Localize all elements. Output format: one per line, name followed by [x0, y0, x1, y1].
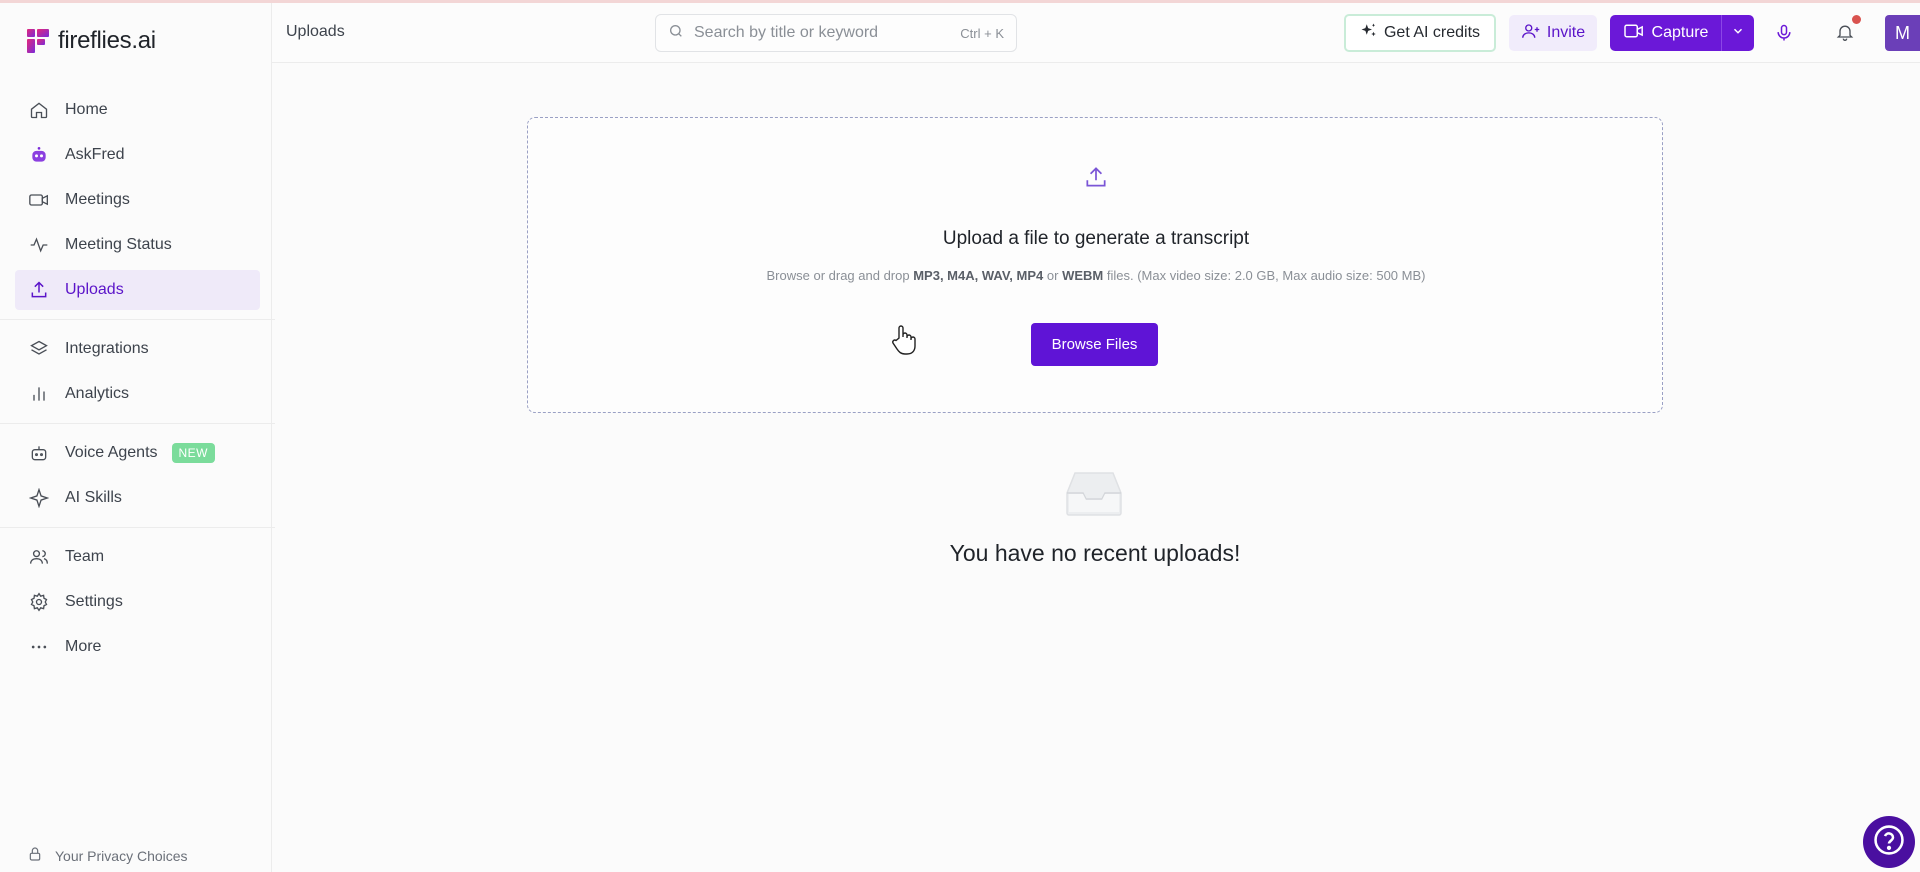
sidebar-item-label: More [65, 638, 102, 655]
sidebar-item-label: Home [65, 101, 108, 118]
sidebar-item-ai-skills[interactable]: AI Skills [15, 478, 260, 518]
chevron-down-icon [1731, 24, 1745, 43]
users-icon [28, 546, 50, 568]
new-badge: NEW [171, 443, 216, 463]
sparkles-icon [1360, 22, 1378, 45]
gear-icon [28, 591, 50, 613]
upload-icon [28, 279, 50, 301]
sidebar-item-label: Meetings [65, 191, 130, 208]
sidebar-item-team[interactable]: Team [15, 537, 260, 577]
capture-label: Capture [1651, 24, 1709, 41]
sparkle-icon [28, 487, 50, 509]
microphone-icon [1774, 24, 1794, 48]
upload-sub-suffix: files. (Max video size: 2.0 GB, Max audi… [1103, 268, 1426, 283]
notification-dot [1852, 15, 1861, 24]
search-shortcut: Ctrl + K [960, 25, 1004, 41]
top-header: Uploads Search by title or keyword Ctrl … [272, 3, 1920, 63]
sidebar-item-home[interactable]: Home [15, 90, 260, 130]
sidebar-divider [0, 319, 275, 320]
upload-formats: MP3, M4A, WAV, MP4 [913, 268, 1044, 283]
sidebar-item-uploads[interactable]: Uploads [15, 270, 260, 310]
upload-sub-or: or [1043, 268, 1063, 283]
browse-files-button[interactable]: Browse Files [1031, 323, 1158, 366]
bot-icon [28, 442, 50, 464]
user-plus-icon [1521, 22, 1541, 45]
sidebar-nav: Home AskFred Meetings Meeting Status Upl… [0, 90, 275, 672]
activity-pulse-icon [28, 234, 50, 256]
sidebar-item-settings[interactable]: Settings [15, 582, 260, 622]
upload-instructions: Browse or drag and drop MP3, M4A, WAV, M… [528, 268, 1664, 283]
avatar[interactable]: M [1885, 15, 1920, 51]
bell-icon [1835, 25, 1855, 47]
sidebar-item-label: Integrations [65, 340, 149, 357]
app-root: fireflies.ai Home AskFred Meetings Meeti… [0, 0, 1920, 872]
sidebar-item-askfred[interactable]: AskFred [15, 135, 260, 175]
fireflies-logo-icon [27, 29, 49, 53]
get-ai-credits-button[interactable]: Get AI credits [1344, 14, 1496, 52]
sidebar-divider [0, 423, 275, 424]
sidebar-item-label: Team [65, 548, 105, 565]
question-mark-icon [1872, 823, 1906, 862]
upload-title: Upload a file to generate a transcript [942, 228, 1250, 249]
upload-sub-prefix: Browse or drag and drop [766, 268, 914, 283]
sidebar-item-label: Uploads [65, 281, 124, 298]
breadcrumb: Uploads [286, 23, 345, 40]
hand-pointer-cursor-icon [891, 324, 917, 361]
invite-button[interactable]: Invite [1509, 15, 1597, 51]
sidebar-item-label: AI Skills [65, 489, 122, 506]
askfred-robot-icon [28, 144, 50, 166]
notifications-button[interactable] [1835, 15, 1861, 48]
upload-icon [1083, 164, 1109, 195]
sidebar-item-label: Voice Agents [65, 444, 158, 461]
sidebar-item-integrations[interactable]: Integrations [15, 329, 260, 369]
search-placeholder: Search by title or keyword [694, 24, 879, 41]
layers-icon [28, 338, 50, 360]
sidebar-item-analytics[interactable]: Analytics [15, 374, 260, 414]
upload-dropzone[interactable]: Upload a file to generate a transcript B… [527, 117, 1663, 413]
privacy-label: Your Privacy Choices [55, 847, 188, 864]
brand-logo[interactable]: fireflies.ai [27, 27, 156, 55]
sidebar-item-more[interactable]: More [15, 627, 260, 667]
invite-label: Invite [1546, 24, 1586, 41]
microphone-button[interactable] [1774, 22, 1794, 49]
lock-icon [27, 845, 43, 866]
home-icon [28, 99, 50, 121]
help-button[interactable] [1863, 816, 1915, 868]
sidebar-divider [0, 527, 275, 528]
brand-name: fireflies.ai [58, 27, 156, 54]
search-input[interactable]: Search by title or keyword Ctrl + K [655, 14, 1017, 52]
get-ai-credits-label: Get AI credits [1383, 24, 1481, 41]
sidebar-item-meeting-status[interactable]: Meeting Status [15, 225, 260, 265]
empty-inbox-icon [1065, 469, 1123, 522]
privacy-choices-link[interactable]: Your Privacy Choices [27, 845, 188, 866]
sidebar: fireflies.ai Home AskFred Meetings Meeti… [0, 3, 275, 872]
bar-chart-icon [28, 383, 50, 405]
sidebar-item-label: Settings [65, 593, 123, 610]
capture-button[interactable]: Capture [1610, 22, 1721, 45]
empty-state-message: You have no recent uploads! [949, 540, 1241, 566]
search-icon [668, 23, 684, 44]
ellipsis-icon [28, 636, 50, 658]
sidebar-item-label: Analytics [65, 385, 130, 402]
capture-button-group: Capture [1610, 15, 1754, 51]
sidebar-item-label: Meeting Status [65, 236, 172, 253]
capture-dropdown-toggle[interactable] [1721, 15, 1754, 51]
upload-format-last: WEBM [1062, 268, 1104, 283]
sidebar-item-voice-agents[interactable]: Voice Agents NEW [15, 433, 260, 473]
sidebar-item-meetings[interactable]: Meetings [15, 180, 260, 220]
video-camera-icon [28, 189, 50, 211]
video-camera-icon [1623, 22, 1645, 45]
sidebar-item-label: AskFred [65, 146, 125, 163]
